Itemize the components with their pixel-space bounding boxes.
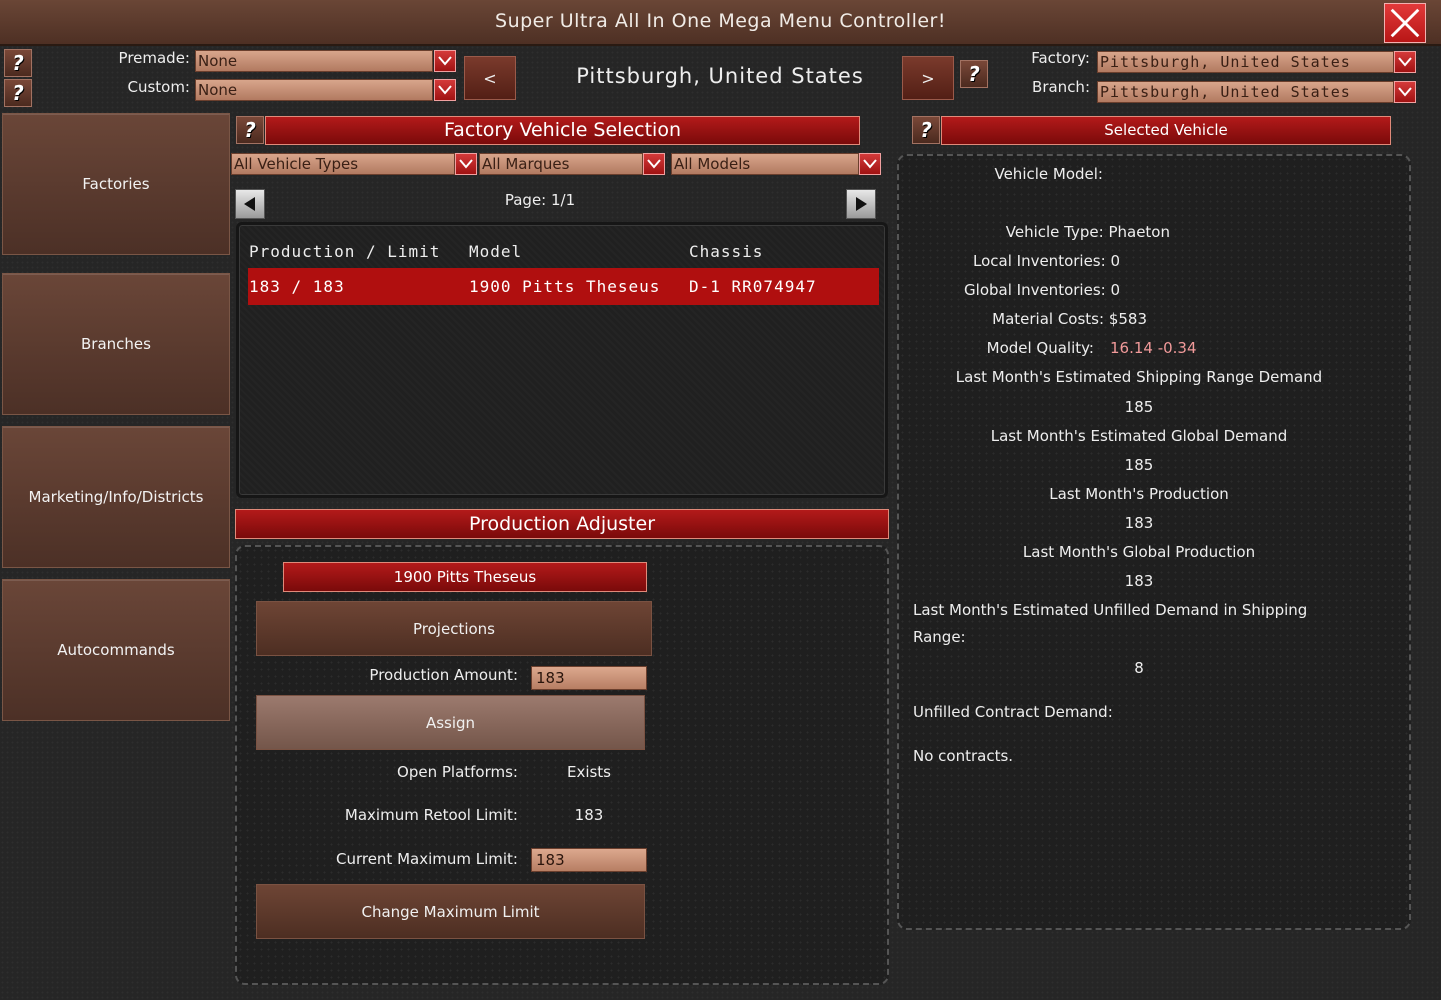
chevron-down-icon — [863, 159, 877, 169]
max-retool-label: Maximum Retool Limit: — [344, 806, 518, 824]
page-indicator: Page: 1/1 — [504, 191, 576, 209]
marques-filter-arrow[interactable] — [643, 153, 665, 175]
column-header-production: Production / Limit — [249, 242, 441, 261]
branch-label: Branch: — [1032, 78, 1090, 96]
model-quality-value: 16.14 -0.34 — [1110, 339, 1197, 357]
sidebar-item-marketing[interactable]: Marketing/Info/Districts — [2, 426, 230, 568]
projections-button[interactable]: Projections — [256, 601, 652, 656]
triangle-left-icon — [244, 197, 255, 211]
chevron-down-icon — [438, 85, 452, 95]
shipping-demand-value: 185 — [1124, 398, 1154, 416]
location-title: Pittsburgh, United States — [576, 64, 864, 88]
models-filter-arrow[interactable] — [859, 153, 881, 175]
sidebar-item-autocommands[interactable]: Autocommands — [2, 579, 230, 721]
row-chassis: D-1 RR074947 — [689, 277, 817, 296]
prev-location-button[interactable]: < — [464, 56, 516, 100]
window-title: Super Ultra All In One Mega Menu Control… — [495, 10, 946, 32]
global-demand-label: Last Month's Estimated Global Demand — [990, 427, 1288, 445]
help-icon[interactable]: ? — [4, 79, 32, 107]
shipping-demand-label: Last Month's Estimated Shipping Range De… — [955, 368, 1323, 386]
vehicle-type: Vehicle Type: Phaeton — [1005, 223, 1170, 241]
selection-header: Factory Vehicle Selection — [265, 116, 860, 145]
production-amount-input[interactable]: 183 — [531, 666, 647, 690]
column-header-chassis: Chassis — [689, 242, 764, 261]
factory-dropdown[interactable]: Pittsburgh, United States — [1097, 51, 1394, 73]
global-demand-value: 185 — [1124, 456, 1154, 474]
adjuster-model-name: 1900 Pitts Theseus — [283, 562, 647, 592]
sidebar-item-factories[interactable]: Factories — [2, 113, 230, 255]
chevron-down-icon — [1398, 57, 1412, 67]
contract-demand-label: Unfilled Contract Demand: — [913, 703, 1113, 721]
page-next-button[interactable] — [846, 189, 876, 219]
custom-dropdown-arrow[interactable] — [434, 79, 456, 101]
assign-button[interactable]: Assign — [256, 695, 645, 750]
premade-dropdown[interactable]: None — [195, 50, 433, 72]
production-label: Last Month's Production — [1049, 485, 1229, 503]
close-icon — [1390, 8, 1420, 38]
next-location-button[interactable]: > — [902, 56, 954, 100]
table-row[interactable]: 183 / 183 1900 Pitts Theseus D-1 RR07494… — [248, 268, 879, 305]
unfilled-demand-label-line1: Last Month's Estimated Unfilled Demand i… — [913, 601, 1308, 619]
row-model: 1900 Pitts Theseus — [469, 277, 661, 296]
column-header-model: Model — [469, 242, 523, 261]
global-production-label: Last Month's Global Production — [1022, 543, 1256, 561]
sidebar-item-branches[interactable]: Branches — [2, 273, 230, 415]
selected-vehicle-header: Selected Vehicle — [941, 116, 1391, 145]
page-prev-button[interactable] — [235, 189, 265, 219]
current-max-label: Current Maximum Limit: — [335, 850, 518, 868]
global-production-value: 183 — [1124, 572, 1154, 590]
vehicle-table: Production / Limit Model Chassis 183 / 1… — [236, 222, 888, 498]
global-inventories: Global Inventories: 0 — [964, 281, 1120, 299]
row-production: 183 / 183 — [249, 277, 345, 296]
unfilled-demand-label-line2: Range: — [913, 628, 966, 646]
chevron-down-icon — [1398, 87, 1412, 97]
help-icon[interactable]: ? — [236, 116, 264, 144]
triangle-right-icon — [856, 197, 867, 211]
material-costs: Material Costs: $583 — [992, 310, 1147, 328]
local-inventories: Local Inventories: 0 — [973, 252, 1120, 270]
branch-dropdown-arrow[interactable] — [1394, 81, 1416, 103]
adjuster-header: Production Adjuster — [235, 509, 889, 539]
production-amount-label: Production Amount: — [369, 666, 518, 684]
max-retool-value: 183 — [574, 806, 604, 824]
close-button[interactable] — [1384, 3, 1426, 43]
model-quality-label: Model Quality: — [986, 339, 1094, 357]
marques-filter[interactable]: All Marques — [479, 153, 643, 175]
custom-label: Custom: — [127, 78, 190, 96]
contracts-status: No contracts. — [913, 747, 1014, 765]
factory-dropdown-arrow[interactable] — [1394, 51, 1416, 73]
vehicle-model-label: Vehicle Model: — [994, 165, 1103, 183]
open-platforms-label: Open Platforms: — [397, 763, 518, 781]
unfilled-demand-value: 8 — [1134, 659, 1144, 677]
help-icon[interactable]: ? — [4, 49, 32, 77]
models-filter[interactable]: All Models — [671, 153, 859, 175]
premade-label: Premade: — [118, 49, 190, 67]
current-max-input[interactable]: 183 — [531, 848, 647, 872]
selected-vehicle-panel — [897, 154, 1411, 930]
factory-label: Factory: — [1031, 49, 1090, 67]
open-platforms-value: Exists — [566, 763, 612, 781]
branch-dropdown[interactable]: Pittsburgh, United States — [1097, 81, 1394, 103]
help-icon[interactable]: ? — [960, 60, 988, 88]
production-value: 183 — [1124, 514, 1154, 532]
chevron-down-icon — [647, 159, 661, 169]
change-max-limit-button[interactable]: Change Maximum Limit — [256, 884, 645, 939]
help-icon[interactable]: ? — [912, 116, 940, 144]
vehicle-types-filter[interactable]: All Vehicle Types — [231, 153, 455, 175]
vehicle-types-filter-arrow[interactable] — [455, 153, 477, 175]
premade-dropdown-arrow[interactable] — [434, 50, 456, 72]
custom-dropdown[interactable]: None — [195, 79, 433, 101]
chevron-down-icon — [438, 56, 452, 66]
chevron-down-icon — [459, 159, 473, 169]
